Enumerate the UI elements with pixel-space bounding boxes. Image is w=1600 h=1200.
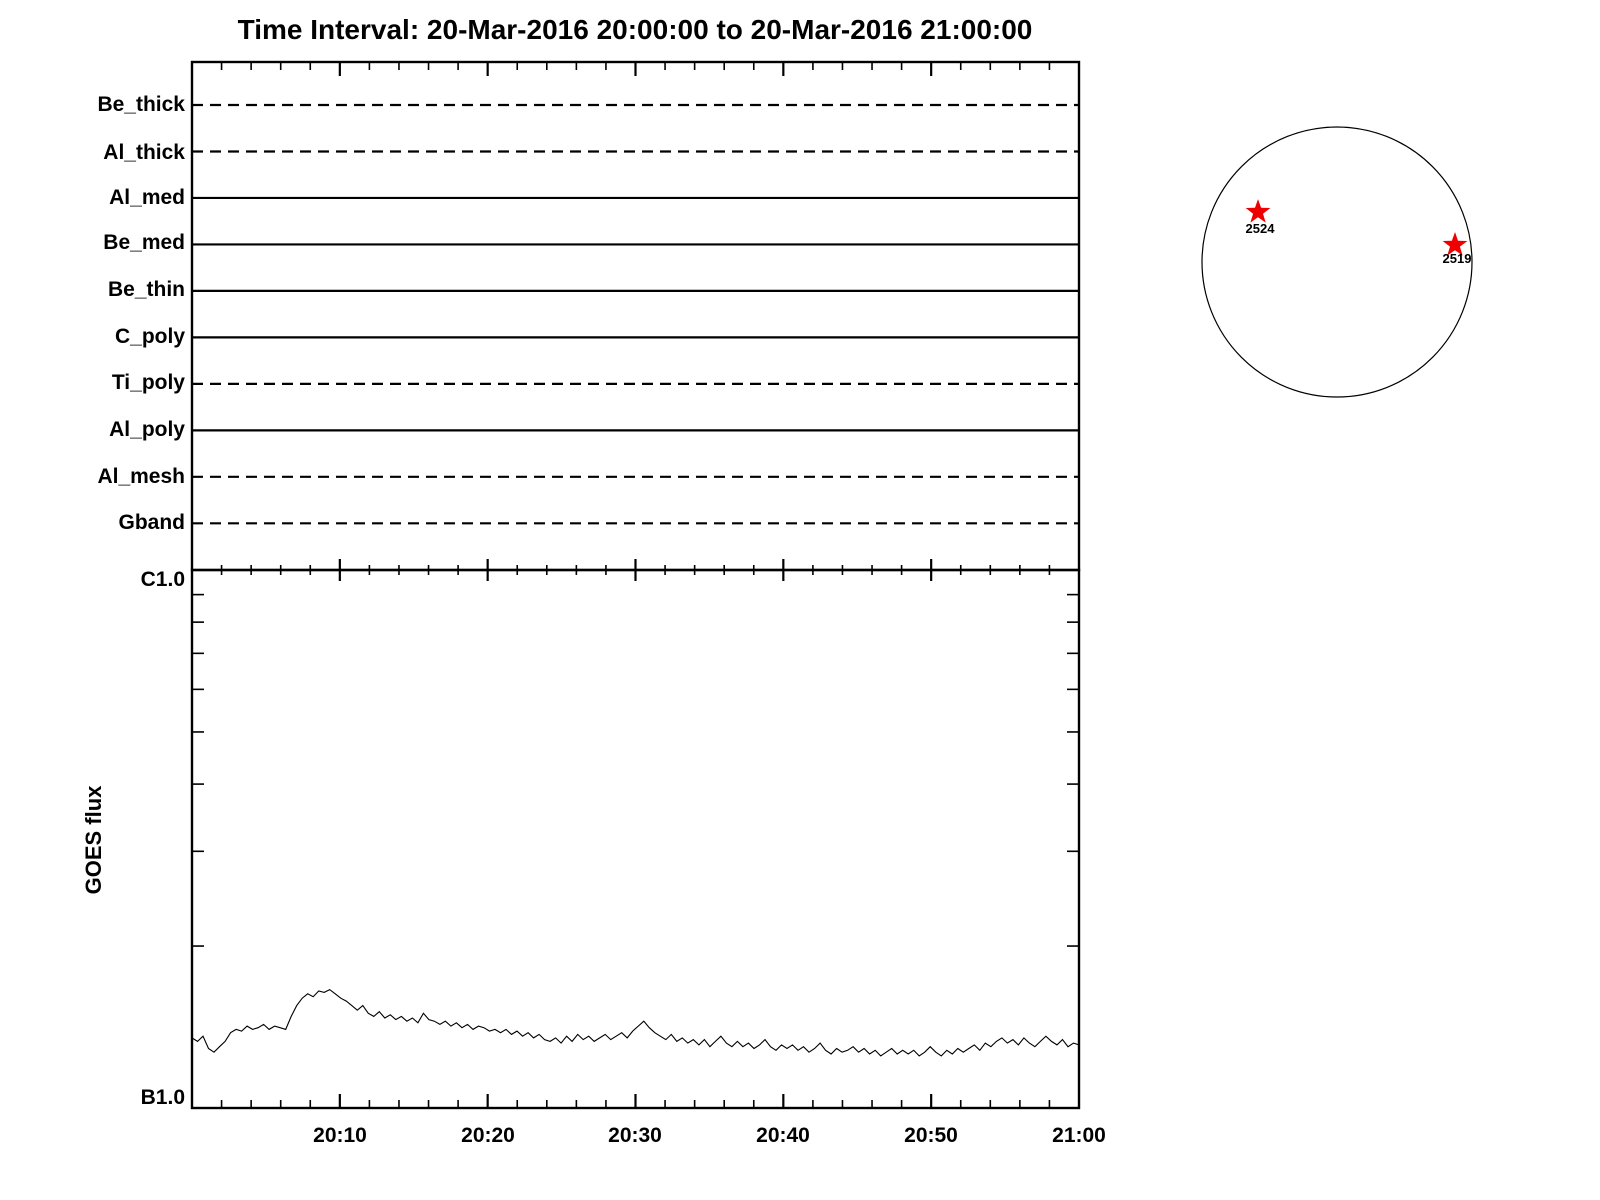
filter-label-al-mesh: Al_mesh <box>97 465 185 488</box>
goes-flux-curve <box>191 988 1080 1057</box>
chart-title: Time Interval: 20-Mar-2016 20:00:00 to 2… <box>237 14 1033 45</box>
filter-label-be-thin: Be_thin <box>107 278 185 301</box>
filter-label-be-thick: Be_thick <box>97 93 185 116</box>
goes-y-axis-label: GOES flux <box>81 785 106 895</box>
filter-label-al-med: Al_med <box>109 186 185 209</box>
x-tick-label-2050: 20:50 <box>904 1124 958 1147</box>
plot-canvas <box>190 60 1473 1110</box>
filter-label-gband: Gband <box>118 511 186 534</box>
active-region-label-2524: 2524 <box>1245 221 1275 236</box>
x-tick-label-2040: 20:40 <box>756 1124 810 1147</box>
filter-label-al-poly: Al_poly <box>109 418 185 441</box>
screenshot-root: Time Interval: 20-Mar-2016 20:00:00 to 2… <box>0 0 1600 1200</box>
filter-label-al-thick: Al_thick <box>103 141 185 164</box>
filter-label-ti-poly: Ti_poly <box>111 371 185 394</box>
goes-ymax-tick-label: C1.0 <box>140 568 185 591</box>
x-tick-label-2020: 20:20 <box>461 1124 515 1147</box>
goes-panel-border <box>190 568 1081 1110</box>
x-tick-label-2010: 20:10 <box>313 1124 367 1147</box>
x-tick-label-2100: 21:00 <box>1052 1124 1106 1147</box>
active-region-star-2524 <box>1245 199 1271 223</box>
x-tick-label-2030: 20:30 <box>608 1124 662 1147</box>
filter-label-c-poly: C_poly <box>114 325 185 348</box>
filter-label-be-med: Be_med <box>103 231 185 254</box>
xrt-filter-panel-border <box>190 60 1081 572</box>
goes-ymin-tick-label: B1.0 <box>140 1086 185 1109</box>
active-region-label-2519: 2519 <box>1442 251 1472 266</box>
